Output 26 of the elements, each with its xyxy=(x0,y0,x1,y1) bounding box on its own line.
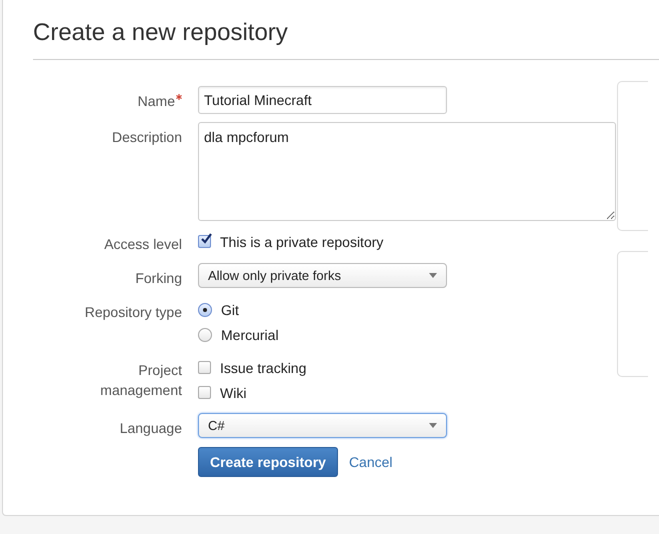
radio-button[interactable] xyxy=(198,328,212,342)
option-label: Wiki xyxy=(220,384,246,400)
description-textarea[interactable]: dla mpcforum xyxy=(198,122,616,221)
field-label: Name xyxy=(138,92,175,111)
option-label: Mercurial xyxy=(221,326,279,342)
checkbox[interactable] xyxy=(198,386,211,399)
radio-button[interactable] xyxy=(198,302,212,316)
field-label: Repository type xyxy=(84,303,182,322)
name-input[interactable]: Tutorial Minecraft xyxy=(198,86,447,114)
field-label: Project management xyxy=(99,361,182,400)
create-repository-button[interactable]: Create repository xyxy=(198,447,338,477)
dropdown[interactable]: Allow only private forks xyxy=(198,263,447,288)
caret-icon xyxy=(429,273,437,278)
cancel-link[interactable]: Cancel xyxy=(348,454,393,470)
page-title: Create a new repository xyxy=(32,18,289,48)
checkbox[interactable] xyxy=(198,235,211,248)
field-label: Access level xyxy=(104,235,182,254)
caret-icon xyxy=(429,423,437,428)
field-label: Language xyxy=(120,419,182,438)
dropdown[interactable]: C# xyxy=(198,413,447,438)
option-label: Issue tracking xyxy=(220,360,306,376)
field-label: Description xyxy=(112,128,182,147)
field-label: Forking xyxy=(135,269,182,288)
option-label: This is a private repository xyxy=(220,234,384,250)
checkbox[interactable] xyxy=(198,361,211,374)
option-label: Git xyxy=(221,302,239,318)
